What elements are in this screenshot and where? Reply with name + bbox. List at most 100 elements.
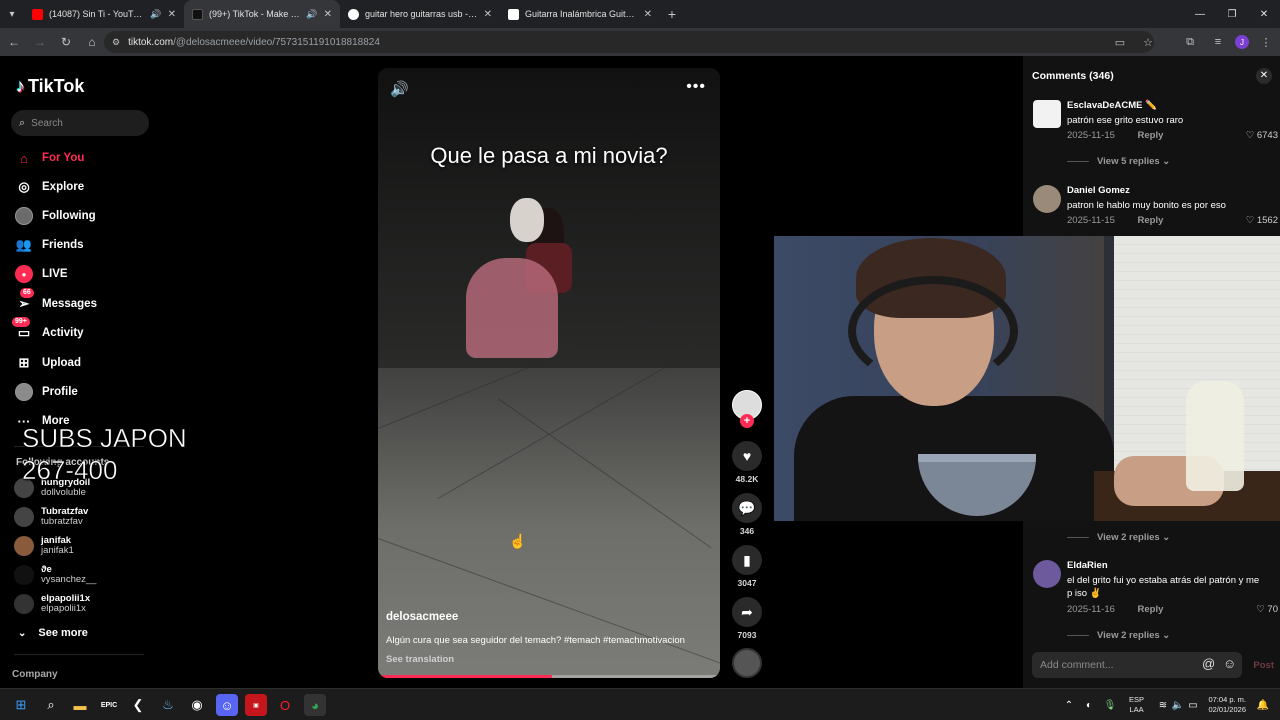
comment-like-button[interactable]: ♡ 70 — [1256, 604, 1278, 615]
comment-like-button[interactable]: ♡ 6743 — [1246, 130, 1278, 141]
opera-icon[interactable]: O — [274, 694, 296, 716]
search-box[interactable]: ⌕ — [11, 110, 149, 136]
comment-input[interactable] — [1040, 659, 1200, 671]
more-options-icon[interactable]: ••• — [686, 78, 706, 96]
comment-username[interactable]: Daniel Gomez — [1067, 185, 1130, 196]
speaker-icon[interactable]: 🔊 — [150, 9, 161, 20]
youtube-favicon-icon — [32, 8, 43, 20]
follow-plus-icon[interactable]: + — [740, 414, 754, 428]
profile-avatar[interactable]: J — [1235, 35, 1249, 49]
obs-icon[interactable]: ◉ — [186, 694, 208, 716]
discord-icon[interactable]: ☺ — [216, 694, 238, 716]
nav-live[interactable]: ● LIVE — [14, 263, 68, 285]
nav-upload[interactable]: ⊞ Upload — [14, 352, 81, 374]
speaker-icon[interactable]: 🔊 — [306, 9, 317, 20]
close-tab-icon[interactable]: ✕ — [484, 9, 492, 20]
following-account[interactable]: janifak janifak1 — [14, 533, 74, 559]
following-account[interactable]: ϑe vysanchez__ — [14, 562, 96, 588]
notification-bell-icon[interactable]: 🔔 — [1252, 694, 1274, 716]
bookmark-star-icon[interactable]: ☆ — [1137, 31, 1159, 53]
share-button[interactable]: ➦ 7093 — [732, 597, 762, 640]
comment-avatar[interactable] — [1033, 100, 1061, 128]
app-icon[interactable]: ❮ — [127, 694, 149, 716]
nav-label: For You — [42, 152, 85, 164]
close-icon[interactable]: ✕ — [1256, 68, 1272, 84]
reading-list-icon[interactable]: ≡ — [1207, 31, 1229, 53]
comment-input-box[interactable]: @ ☺ — [1032, 652, 1242, 678]
like-button[interactable]: ♥ 48.2K — [732, 441, 762, 484]
close-tab-icon[interactable]: ✕ — [644, 9, 652, 20]
reload-icon[interactable]: ↻ — [54, 30, 78, 54]
following-account[interactable]: Tubratzfav tubratzfav — [14, 504, 88, 530]
cast-icon[interactable]: ▭ — [1109, 31, 1131, 53]
forward-icon[interactable]: → — [28, 30, 52, 54]
site-info-icon[interactable]: ⚙ — [112, 37, 120, 48]
comment-like-button[interactable]: ♡ 1562 — [1246, 215, 1278, 226]
nav-profile[interactable]: Profile — [14, 381, 78, 403]
restore-icon[interactable]: ❐ — [1216, 0, 1248, 28]
reply-button[interactable]: Reply — [1138, 130, 1164, 141]
tab-search-chevron-icon[interactable]: ▾ — [0, 0, 24, 28]
address-bar[interactable]: ⚙ tiktok.com /@delosacmeee/video/7573151… — [104, 31, 1154, 53]
reply-button[interactable]: Reply — [1138, 604, 1164, 615]
steam-icon[interactable]: ♨ — [157, 694, 179, 716]
comment-avatar[interactable] — [1033, 185, 1061, 213]
file-explorer-icon[interactable]: ▬ — [69, 694, 91, 716]
comment-button[interactable]: 💬 346 — [732, 493, 762, 536]
clock[interactable]: 07:04 p. m. 02/01/2026 — [1206, 695, 1246, 715]
epic-games-icon[interactable]: EPIC — [98, 694, 120, 716]
music-disc-icon[interactable] — [732, 648, 762, 678]
voice-app-icon[interactable]: ▣ — [245, 694, 267, 716]
search-icon[interactable]: ⌕ — [40, 694, 62, 716]
tab-tiktok[interactable]: (99+) TikTok - Make Your Da 🔊 ✕ — [184, 0, 340, 28]
minimize-icon[interactable]: — — [1184, 0, 1216, 28]
following-account[interactable]: elpapolii1x elpapolii1x — [14, 591, 90, 617]
company-link[interactable]: Company — [12, 669, 58, 680]
tab-youtube[interactable]: (14087) Sin Ti - YouTube 🔊 ✕ — [24, 0, 184, 28]
upload-icon: ⊞ — [18, 355, 30, 370]
battery-icon[interactable]: ▭ — [1182, 694, 1204, 716]
comment-username[interactable]: EsclavaDeACME ✏️ — [1067, 100, 1157, 111]
tab-google-search[interactable]: guitar hero guitarras usb - Bus ✕ — [340, 0, 500, 28]
close-window-icon[interactable]: ✕ — [1248, 0, 1280, 28]
home-icon[interactable]: ⌂ — [80, 30, 104, 54]
comment-username[interactable]: EldaRien — [1067, 560, 1108, 571]
comment-avatar[interactable] — [1033, 560, 1061, 588]
post-button[interactable]: Post — [1253, 660, 1274, 671]
chrome-icon[interactable]: ◕ — [304, 694, 326, 716]
see-translation-link[interactable]: See translation — [386, 654, 454, 665]
nav-explore[interactable]: ◎ Explore — [14, 176, 84, 198]
browser-menu-icon[interactable]: ⋮ — [1255, 31, 1277, 53]
language-indicator[interactable]: ESP LAA — [1129, 695, 1144, 715]
view-replies-button[interactable]: View 2 replies ⌄ — [1067, 532, 1170, 543]
microphone-icon[interactable]: 🎙 — [1099, 694, 1121, 716]
nav-friends[interactable]: 👥 Friends — [14, 234, 84, 256]
close-tab-icon[interactable]: ✕ — [324, 9, 332, 20]
extensions-icon[interactable]: ⧉ — [1179, 31, 1201, 53]
comment-text: patron le hablo muy bonito es por eso — [1067, 200, 1226, 211]
save-button[interactable]: ▮ 3047 — [732, 545, 762, 588]
emoji-icon[interactable]: ☺ — [1223, 656, 1236, 671]
tray-chevron-up-icon[interactable]: ⌃ — [1058, 694, 1080, 716]
close-tab-icon[interactable]: ✕ — [168, 9, 176, 20]
video-player[interactable]: 🔊 ••• Que le pasa a mi novia? delosacmee… — [378, 68, 720, 678]
see-more-button[interactable]: ⌄ See more — [18, 627, 88, 639]
tray-app-icon[interactable]: ◐ — [1078, 694, 1100, 716]
windows-start-icon[interactable]: ⊞ — [10, 694, 32, 716]
view-replies-button[interactable]: View 2 replies ⌄ — [1067, 630, 1170, 641]
volume-icon[interactable]: 🔊 — [390, 80, 409, 98]
nav-messages[interactable]: ➢ 66 Messages — [14, 288, 97, 315]
nav-following[interactable]: Following — [14, 205, 96, 227]
video-progress-bar[interactable] — [378, 675, 720, 678]
nav-activity[interactable]: ▭ 99+ Activity — [12, 317, 84, 344]
back-icon[interactable]: ← — [2, 30, 26, 54]
reply-button[interactable]: Reply — [1138, 215, 1164, 226]
view-replies-button[interactable]: View 5 replies ⌄ — [1067, 156, 1170, 167]
nav-for-you[interactable]: ⌂ For You — [14, 147, 84, 169]
tab-guitarra[interactable]: Guitarra Inalámbrica Guitar Her ✕ — [500, 0, 660, 28]
mention-icon[interactable]: @ — [1202, 656, 1215, 671]
tiktok-logo[interactable]: ♪ TikTok — [16, 76, 84, 97]
video-author[interactable]: delosacmeee — [386, 611, 458, 623]
search-input[interactable] — [31, 117, 132, 129]
new-tab-button[interactable]: + — [660, 6, 684, 22]
